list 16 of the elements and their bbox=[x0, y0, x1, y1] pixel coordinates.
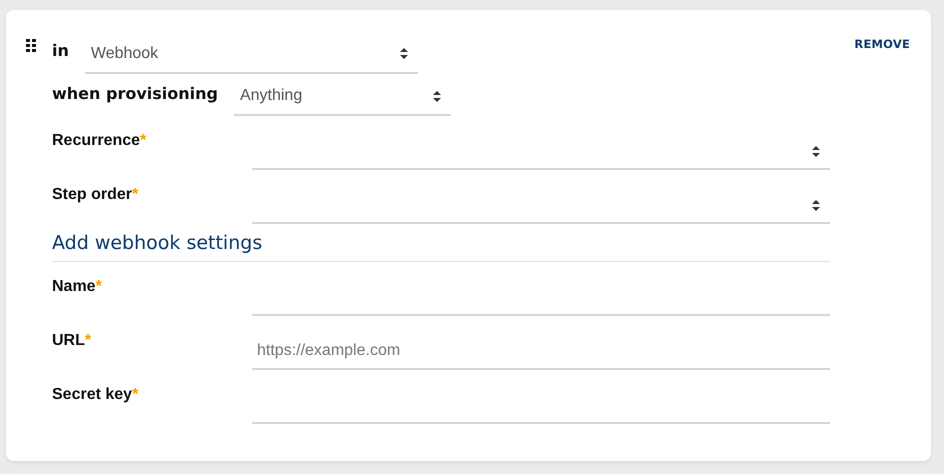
field-label: Step order* bbox=[52, 186, 140, 205]
remove-button[interactable]: REMOVE bbox=[854, 37, 910, 51]
field-label: Recurrence* bbox=[52, 132, 148, 151]
field-label: Name* bbox=[52, 278, 103, 297]
sort-icon bbox=[400, 48, 408, 59]
step-label: when provisioning bbox=[52, 84, 218, 102]
section-heading: Add webhook settings bbox=[52, 228, 830, 262]
step-label: in bbox=[52, 40, 69, 60]
field-label: Secret key* bbox=[52, 386, 140, 405]
sort-icon bbox=[432, 90, 441, 102]
field-label: URL* bbox=[52, 332, 92, 351]
select-field[interactable]: Webhook bbox=[84, 36, 418, 74]
select-field[interactable]: Anything bbox=[234, 78, 451, 116]
drag-handle-icon[interactable] bbox=[26, 39, 36, 52]
sort-icon bbox=[812, 200, 820, 210]
sort-icon bbox=[812, 146, 820, 156]
